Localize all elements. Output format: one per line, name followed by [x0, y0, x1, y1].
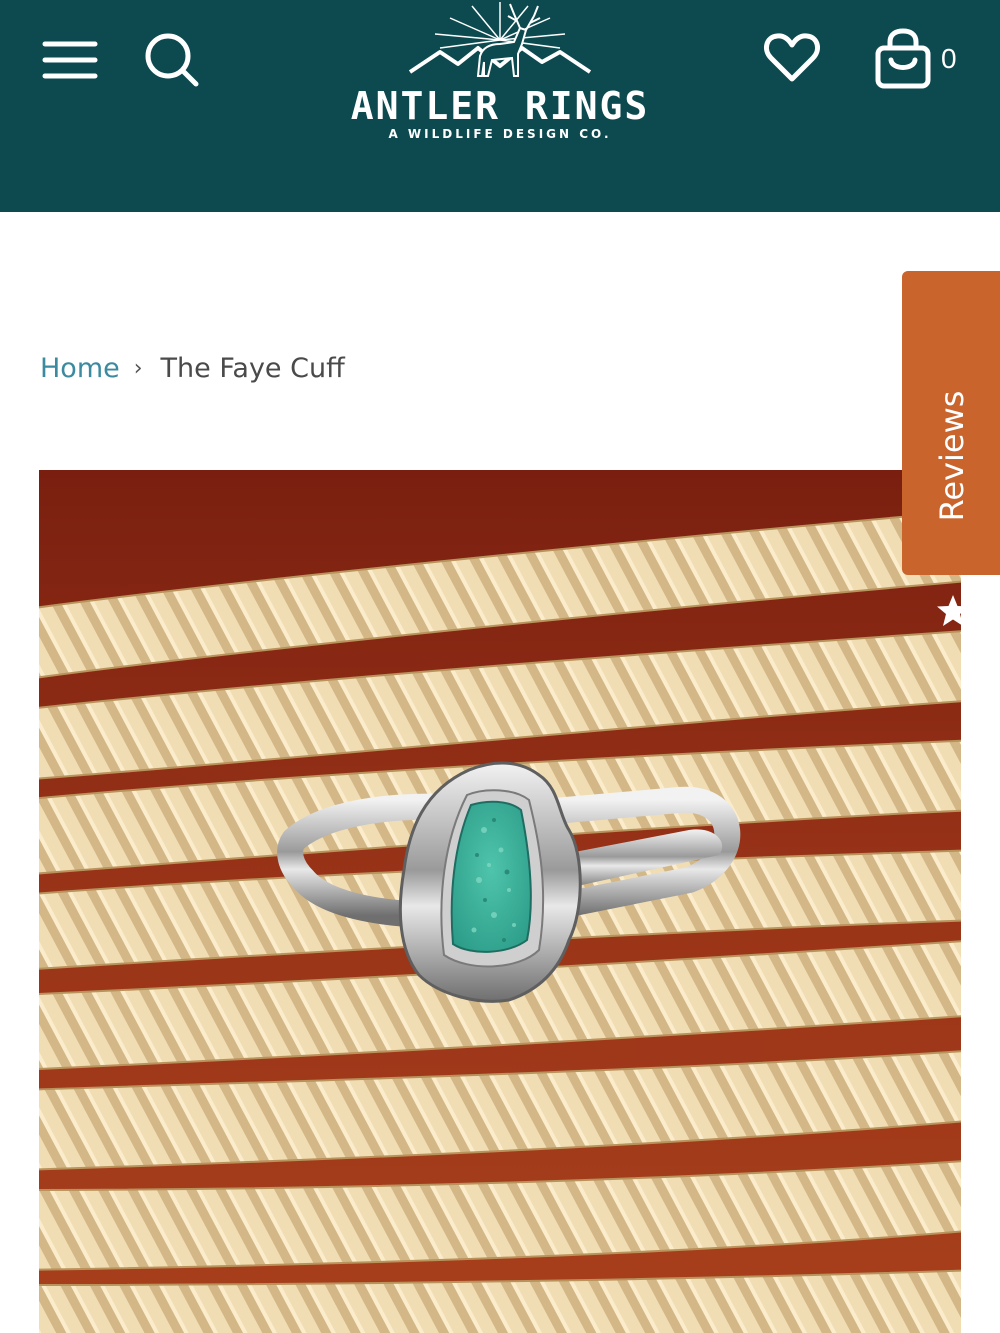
heart-icon — [763, 33, 821, 82]
reviews-tab-label: Reviews — [933, 390, 971, 522]
search-button[interactable] — [143, 31, 201, 89]
breadcrumb: Home › The Faye Cuff — [40, 350, 345, 386]
breadcrumb-current: The Faye Cuff — [160, 352, 345, 384]
shopping-bag-icon — [875, 28, 931, 89]
cart-button[interactable] — [872, 28, 934, 90]
logo-subtitle: A WILDLIFE DESIGN CO. — [388, 127, 612, 141]
star-icon — [937, 595, 969, 626]
breadcrumb-separator: › — [133, 355, 143, 381]
logo-title: ANTLER RINGS — [350, 84, 650, 128]
search-icon — [145, 33, 199, 87]
product-image[interactable] — [39, 470, 961, 1333]
site-logo[interactable]: ANTLER RINGS A WILDLIFE DESIGN CO. — [340, 0, 660, 150]
breadcrumb-home-link[interactable]: Home — [40, 353, 120, 384]
menu-button[interactable] — [42, 38, 98, 82]
wishlist-button[interactable] — [763, 31, 821, 85]
hamburger-menu-icon — [42, 41, 98, 79]
elk-logo-icon — [408, 2, 592, 77]
cart-count: 0 — [941, 43, 957, 74]
site-header: ANTLER RINGS A WILDLIFE DESIGN CO. 0 — [0, 0, 1000, 212]
